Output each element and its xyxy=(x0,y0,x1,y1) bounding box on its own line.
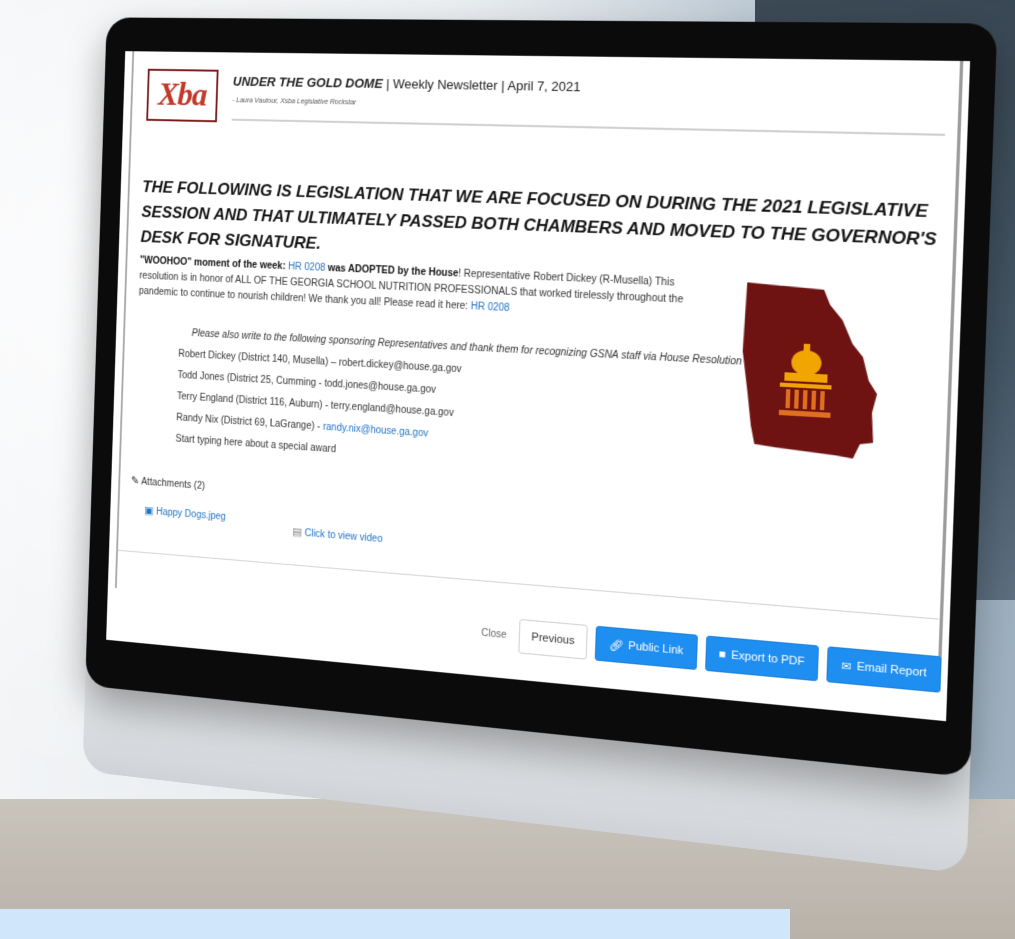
byline: - Laura Vautour, Xsba Legislative Rockst… xyxy=(232,97,357,107)
footer-divider xyxy=(117,549,939,620)
title-rest: | Weekly Newsletter | April 7, 2021 xyxy=(382,76,581,95)
georgia-capitol-map xyxy=(739,282,881,460)
newsletter-screen: Xba UNDER THE GOLD DOME | Weekly Newslet… xyxy=(106,51,971,722)
attachments-label: ✎ Attachments (2) xyxy=(131,474,205,492)
logo-text: Xba xyxy=(157,76,208,114)
hr0208-link-2[interactable]: HR 0208 xyxy=(470,301,509,314)
video-file-icon: ▤ xyxy=(292,526,303,539)
paperclip-icon: ✎ xyxy=(130,474,140,488)
header-divider xyxy=(231,118,946,136)
envelope-icon: ✉ xyxy=(841,659,852,674)
xsba-logo: Xba xyxy=(146,68,219,123)
export-pdf-label: Export to PDF xyxy=(730,649,805,669)
woohoo-lead: "WOOHOO" moment of the week: xyxy=(139,255,289,273)
nix-email-link[interactable]: randy.nix@house.ga.gov xyxy=(323,422,429,440)
email-report-button[interactable]: ✉ Email Report xyxy=(826,646,942,693)
newsletter-title: UNDER THE GOLD DOME | Weekly Newsletter … xyxy=(233,74,581,94)
public-link-label: Public Link xyxy=(628,639,684,658)
attachment-name: Happy Dogs.jpeg xyxy=(155,506,226,523)
email-report-label: Email Report xyxy=(856,660,927,680)
attachment-happy-dogs[interactable]: ▣ Happy Dogs.jpeg xyxy=(144,504,226,523)
previous-label: Previous xyxy=(531,631,575,648)
attachment-name: Click to view video xyxy=(304,528,383,546)
link-icon: 🔗︎ xyxy=(608,638,624,653)
title-bold: UNDER THE GOLD DOME xyxy=(232,73,383,92)
action-bar: Close Previous 🔗︎ Public Link ■ Export t… xyxy=(481,616,942,693)
previous-button[interactable]: Previous xyxy=(517,618,589,660)
sponsor-list: Please also write to the following spons… xyxy=(175,323,766,491)
attachments-count: Attachments (2) xyxy=(140,476,206,492)
hr0208-link[interactable]: HR 0208 xyxy=(288,261,325,273)
pdf-icon: ■ xyxy=(718,648,727,662)
attachment-video[interactable]: ▤ Click to view video xyxy=(292,525,383,545)
adopted-text: was ADOPTED by the House xyxy=(325,262,459,280)
public-link-button[interactable]: 🔗︎ Public Link xyxy=(595,625,698,670)
close-button[interactable]: Close xyxy=(481,627,507,640)
imac-monitor: Xba UNDER THE GOLD DOME | Weekly Newslet… xyxy=(48,0,1015,874)
bottom-banner xyxy=(0,909,790,939)
export-pdf-button[interactable]: ■ Export to PDF xyxy=(704,635,820,682)
image-file-icon: ▣ xyxy=(144,504,154,518)
